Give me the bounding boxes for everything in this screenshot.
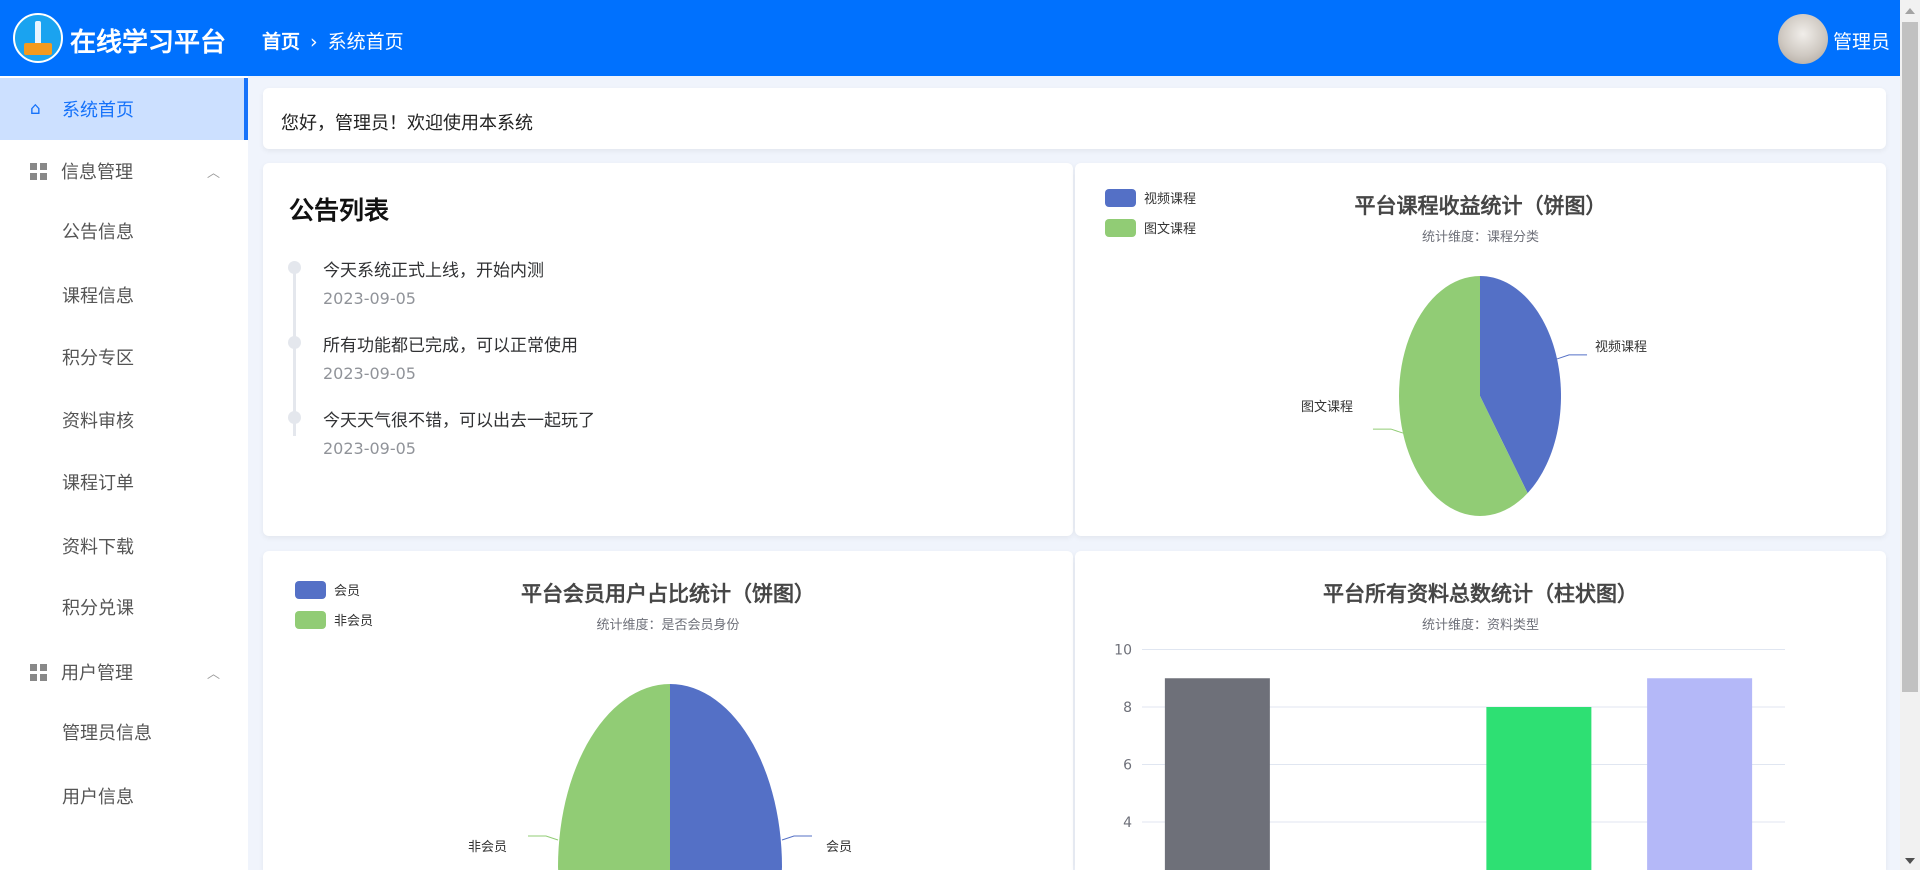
pie-label: 会员: [826, 840, 853, 855]
grid-icon: [30, 663, 47, 681]
brand-title: 在线学习平台: [70, 28, 227, 58]
sidebar-item-notice[interactable]: 公告信息: [0, 200, 248, 262]
timeline-dot-icon: [288, 261, 301, 274]
notice-title: 公告列表: [289, 196, 390, 225]
sidebar-item-home[interactable]: ⌂ 系统首页: [0, 78, 248, 140]
sidebar-item-label: 课程信息: [62, 286, 134, 307]
bar: [1486, 707, 1592, 870]
notice-date: 2023-09-05: [323, 364, 416, 383]
notice-card: 公告列表 今天系统正式上线，开始内测 2023-09-05 所有功能都已完成，可以…: [263, 163, 1073, 536]
pie-label-line: [781, 835, 812, 841]
sidebar-item-label: 用户信息: [62, 787, 134, 808]
notice-text: 今天系统正式上线，开始内测: [323, 261, 544, 281]
legend-label: 视频课程: [1144, 192, 1197, 207]
sidebar-item-points[interactable]: 积分专区: [0, 326, 248, 388]
avatar[interactable]: [1778, 14, 1828, 64]
legend-label: 非会员: [334, 614, 374, 629]
sidebar-item-label: 公告信息: [62, 222, 134, 243]
pie-label: 视频课程: [1595, 340, 1648, 355]
legend-swatch: [295, 610, 326, 629]
sidebar-item-label: 积分专区: [62, 348, 134, 369]
sidebar-item-label: 课程订单: [62, 473, 134, 494]
notice-date: 2023-09-05: [323, 439, 416, 458]
breadcrumb-separator-icon: ›: [310, 31, 318, 53]
sidebar-group-users[interactable]: 用户管理 ︿: [0, 641, 248, 703]
legend-swatch: [295, 580, 326, 599]
user-name[interactable]: 管理员: [1833, 27, 1890, 54]
chevron-up-icon: ︿: [206, 165, 220, 181]
breadcrumb-home[interactable]: 首页: [262, 31, 300, 53]
y-tick-label: 4: [1123, 815, 1132, 831]
chart-subtitle: 统计维度：是否会员身份: [596, 618, 740, 633]
scroll-up-icon[interactable]: [1905, 8, 1915, 14]
chart-subtitle: 统计维度：课程分类: [1421, 230, 1539, 245]
pie-label: 图文课程: [1301, 400, 1354, 415]
notice-date: 2023-09-05: [323, 289, 416, 308]
home-icon: ⌂: [30, 99, 41, 119]
chart-subtitle: 统计维度：资料类型: [1421, 618, 1539, 633]
logo-icon: [13, 13, 63, 63]
sidebar-item-redeem[interactable]: 积分兑课: [0, 576, 248, 638]
bar: [1164, 678, 1270, 870]
pie-label: 非会员: [468, 840, 508, 855]
chart-title: 平台所有资料总数统计（柱状图）: [1323, 582, 1638, 606]
pie-slice: [558, 684, 670, 870]
pie-label-line: [528, 835, 559, 841]
legend-swatch: [1105, 188, 1136, 207]
pie-slice: [670, 684, 782, 870]
sidebar-item-label: 管理员信息: [62, 723, 152, 744]
sidebar: ⌂ 系统首页 信息管理 ︿ 公告信息 课程信息 积分专区 资料审核 课程订单 资料下…: [0, 76, 248, 870]
sidebar-item-users[interactable]: 用户信息: [0, 765, 248, 827]
breadcrumb-current: 系统首页: [327, 31, 404, 53]
scroll-down-icon[interactable]: [1905, 858, 1915, 864]
y-tick-label: 8: [1123, 700, 1132, 716]
legend-item[interactable]: 图文课程: [1105, 218, 1196, 237]
sidebar-group-info[interactable]: 信息管理 ︿: [0, 140, 248, 202]
materials-bar-card: 4 6 8 10 平台所有资料总数统计（柱状图） 统计维度：资料类型: [1075, 551, 1886, 870]
member-ratio-pie-card: 平台会员用户占比统计（饼图） 统计维度：是否会员身份 会员 非会员 会员 非会员: [263, 551, 1073, 870]
legend-label: 图文课程: [1144, 222, 1197, 237]
bar: [1647, 678, 1753, 870]
y-tick-label: 6: [1123, 758, 1132, 774]
sidebar-item-label: 积分兑课: [62, 598, 134, 619]
sidebar-item-downloads[interactable]: 资料下载: [0, 515, 248, 577]
legend-item[interactable]: 非会员: [295, 610, 373, 629]
sidebar-group-label: 用户管理: [61, 663, 133, 684]
legend-item[interactable]: 视频课程: [1105, 188, 1196, 207]
grid-icon: [30, 162, 47, 180]
notice-text: 今天天气很不错，可以出去一起玩了: [323, 411, 595, 431]
notice-text: 所有功能都已完成，可以正常使用: [323, 336, 578, 356]
sidebar-item-label: 资料审核: [62, 411, 134, 432]
top-header: 在线学习平台 首页 › 系统首页 管理员: [0, 0, 1900, 76]
pie-label-line: [1556, 354, 1588, 360]
chart-title: 平台课程收益统计（饼图）: [1354, 194, 1607, 218]
sidebar-item-orders[interactable]: 课程订单: [0, 451, 248, 513]
timeline-dot-icon: [288, 336, 301, 349]
breadcrumb: 首页 › 系统首页: [262, 27, 404, 54]
timeline-dot-icon: [288, 411, 301, 424]
sidebar-item-label: 资料下载: [62, 537, 134, 558]
legend-item[interactable]: 会员: [295, 580, 360, 599]
y-tick-label: 10: [1114, 643, 1132, 659]
page-scrollbar[interactable]: [1900, 0, 1920, 870]
legend-label: 会员: [334, 584, 361, 599]
sidebar-item-admins[interactable]: 管理员信息: [0, 701, 248, 763]
sidebar-group-label: 信息管理: [61, 162, 133, 183]
welcome-card: 您好，管理员！欢迎使用本系统: [263, 88, 1886, 149]
legend-swatch: [1105, 218, 1136, 237]
scrollbar-thumb[interactable]: [1902, 22, 1918, 692]
sidebar-item-review[interactable]: 资料审核: [0, 389, 248, 451]
course-revenue-pie-card: 平台课程收益统计（饼图） 统计维度：课程分类 视频课程 图文课程 视频课程 图文…: [1075, 163, 1886, 536]
chevron-up-icon: ︿: [206, 666, 220, 682]
chart-title: 平台会员用户占比统计（饼图）: [521, 582, 815, 606]
pie-label-line: [1372, 428, 1404, 434]
sidebar-item-label: 系统首页: [62, 100, 134, 121]
sidebar-item-course[interactable]: 课程信息: [0, 264, 248, 326]
